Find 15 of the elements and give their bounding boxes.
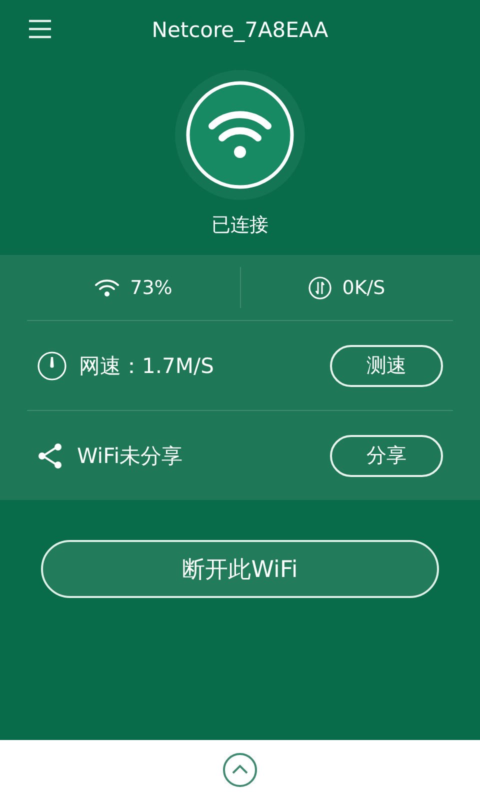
wifi-icon bbox=[94, 278, 120, 298]
action-button[interactable]: 分享 bbox=[330, 434, 443, 476]
stat-value: 0K/S bbox=[342, 276, 386, 298]
network-name: Netcore_7A8EAA bbox=[152, 18, 328, 42]
updown-arrows-icon bbox=[308, 276, 332, 300]
menu-icon[interactable] bbox=[28, 19, 52, 39]
expand-up-icon[interactable] bbox=[222, 752, 258, 788]
row-label: 网速：1.7M/S bbox=[79, 352, 215, 380]
gauge-icon bbox=[37, 350, 67, 380]
wifi-icon bbox=[186, 81, 294, 189]
stat-value: 73% bbox=[130, 276, 172, 298]
action-button[interactable]: 测速 bbox=[330, 344, 443, 386]
disconnect-button[interactable]: 断开此WiFi bbox=[41, 540, 439, 598]
connection-status: 已连接 bbox=[212, 213, 268, 238]
row-label: WiFi未分享 bbox=[77, 442, 184, 470]
